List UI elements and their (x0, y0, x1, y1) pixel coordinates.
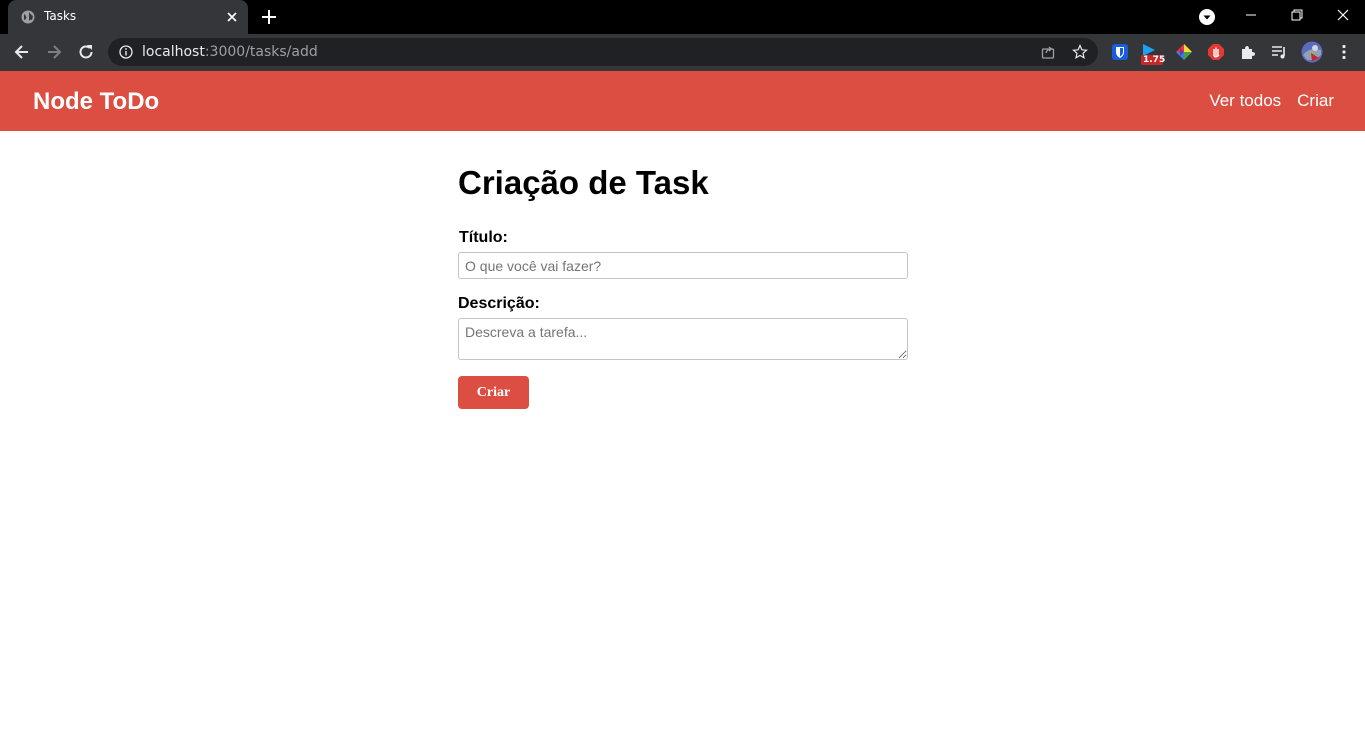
chevron-down-icon (1203, 15, 1211, 20)
puzzle-icon[interactable] (1239, 43, 1257, 61)
page-title: Criação de Task (458, 164, 709, 201)
kebab-menu-icon[interactable] (1335, 43, 1353, 61)
restore-icon[interactable] (1288, 6, 1306, 24)
globe-icon (21, 10, 35, 24)
speed-extension[interactable]: 1.75 (1140, 42, 1166, 66)
title-input[interactable] (458, 252, 908, 279)
info-icon[interactable] (119, 45, 133, 59)
adblock-extension-icon[interactable] (1207, 43, 1225, 61)
color-picker-extension-icon[interactable] (1175, 43, 1193, 61)
create-task-form: Título: Descrição: Criar (458, 229, 908, 409)
app-navbar: Node ToDo Ver todos Criar (0, 71, 1365, 131)
speed-badge: 1.75 (1143, 55, 1166, 65)
task-form-container: Criação de Task Título: Descrição: Criar (458, 164, 908, 409)
forward-arrow-icon[interactable] (44, 42, 64, 62)
url-path: :3000/tasks/add (204, 44, 318, 60)
nav-links: Ver todos Criar (1209, 91, 1334, 111)
nav-link-criar[interactable]: Criar (1297, 91, 1334, 111)
star-icon[interactable] (1072, 44, 1088, 60)
close-tab-icon[interactable] (224, 9, 240, 25)
description-textarea[interactable] (458, 318, 908, 360)
title-label: Título: (459, 229, 508, 246)
nav-link-ver-todos[interactable]: Ver todos (1209, 91, 1281, 111)
share-icon[interactable] (1040, 44, 1056, 60)
browser-tab[interactable]: Tasks (8, 0, 248, 34)
media-control-icon[interactable] (1270, 43, 1288, 61)
url-text[interactable]: localhost:3000/tasks/add (142, 44, 318, 60)
address-bar[interactable]: localhost:3000/tasks/add (108, 38, 1098, 66)
brand-logo[interactable]: Node ToDo (33, 88, 159, 116)
minimize-icon[interactable] (1242, 6, 1260, 24)
tab-search-button[interactable] (1199, 9, 1215, 25)
bitwarden-extension-icon[interactable] (1111, 43, 1129, 61)
close-window-icon[interactable] (1334, 6, 1352, 24)
browser-toolbar: localhost:3000/tasks/add 1.75 (0, 34, 1365, 71)
new-tab-icon[interactable] (260, 8, 278, 26)
browser-tab-strip: Tasks (0, 0, 1365, 34)
tab-title: Tasks (44, 9, 77, 23)
create-button[interactable]: Criar (458, 376, 529, 409)
back-arrow-icon[interactable] (12, 42, 32, 62)
reload-icon[interactable] (76, 42, 96, 62)
url-host: localhost (142, 44, 205, 60)
description-label: Descrição: (458, 295, 540, 312)
profile-avatar[interactable] (1301, 41, 1323, 63)
